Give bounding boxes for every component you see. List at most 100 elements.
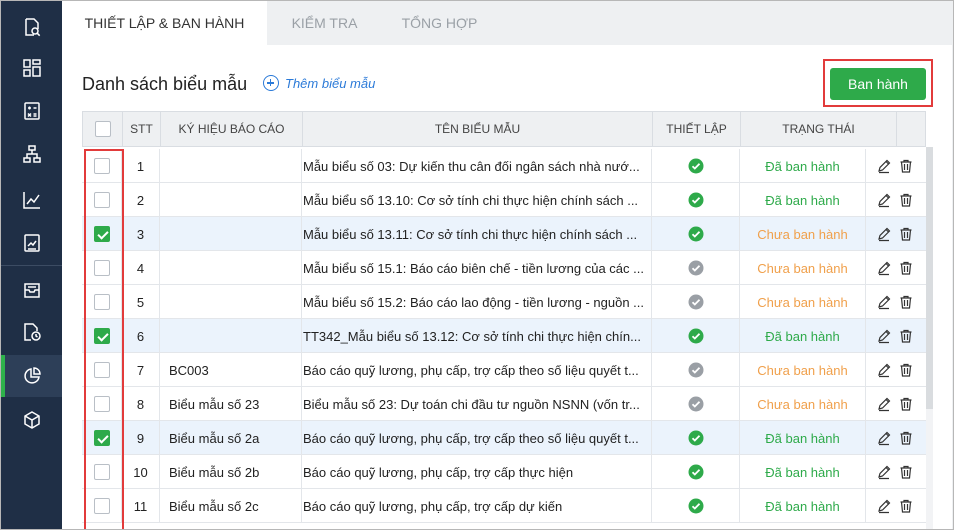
delete-icon[interactable] [898,396,914,412]
table-row[interactable]: 6 TT342_Mẫu biểu số 13.12: Cơ sở tính chi… [82,319,926,353]
delete-icon[interactable] [898,158,914,174]
row-name[interactable]: Biểu mẫu số 23: Dự toán chi đầu tư nguồn… [294,387,652,421]
header-setup: THIẾT LẬP [653,112,741,146]
row-checkbox[interactable] [93,294,110,310]
table-row[interactable]: 4 Mẫu biểu số 15.1: Báo cáo biên chế - ti… [82,251,926,285]
tab-summary[interactable]: TỔNG HỢP [382,1,497,45]
row-setup-cell [652,387,740,421]
row-select-cell [82,489,122,523]
row-name[interactable]: Mẫu biểu số 13.10: Cơ sở tính chi thực h… [294,183,652,217]
cube-icon[interactable] [1,399,62,441]
row-checkbox[interactable] [93,260,110,276]
check-circle-icon [688,158,703,174]
delete-icon[interactable] [898,430,914,446]
row-setup-cell [652,217,740,251]
table-row[interactable]: 9 Biểu mẫu số 2a Báo cáo quỹ lương, phụ cấ… [82,421,926,455]
row-checkbox[interactable] [93,430,110,446]
table-row[interactable]: 8 Biểu mẫu số 23 Biểu mẫu số 23: Dự toán c… [82,387,926,421]
report-icon[interactable] [1,222,62,264]
row-name[interactable]: Báo cáo quỹ lương, phụ cấp, trợ cấp theo… [294,421,652,455]
edit-icon[interactable] [876,226,892,242]
delete-icon[interactable] [898,328,914,344]
row-name[interactable]: Mẫu biểu số 15.2: Báo cáo lao động - tiề… [294,285,652,319]
table-row[interactable]: 7 BC003 Báo cáo quỹ lương, phụ cấp, trợ cấ… [82,353,926,387]
edit-icon[interactable] [876,158,892,174]
inbox-icon[interactable] [1,269,62,311]
row-select-cell [82,319,122,353]
doc-clock-icon[interactable] [1,311,62,353]
row-checkbox[interactable] [93,396,110,412]
row-actions [866,421,926,455]
org-chart-icon[interactable] [1,133,62,175]
row-code: Biểu mẫu số 2b [160,455,302,489]
tab-setup-publish[interactable]: THIẾT LẬP & BAN HÀNH [62,1,267,45]
row-name[interactable]: TT342_Mẫu biểu số 13.12: Cơ sở tính chi … [294,319,652,353]
pie-chart-icon[interactable] [1,355,62,397]
row-name[interactable]: Mẫu biểu số 03: Dự kiến thu cân đối ngân… [294,149,652,183]
delete-icon[interactable] [898,260,914,276]
row-name[interactable]: Mẫu biểu số 13.11: Cơ sở tính chi thực h… [294,217,652,251]
row-name[interactable]: Báo cáo quỹ lương, phụ cấp, trợ cấp dự k… [294,489,652,523]
publish-button[interactable]: Ban hành [830,68,926,100]
row-stt: 7 [122,353,160,387]
row-checkbox[interactable] [93,328,110,344]
edit-icon[interactable] [876,498,892,514]
table-row[interactable]: 5 Mẫu biểu số 15.2: Báo cáo lao động - ti… [82,285,926,319]
delete-icon[interactable] [898,498,914,514]
edit-icon[interactable] [876,328,892,344]
delete-icon[interactable] [898,362,914,378]
sidebar-divider [1,265,62,266]
row-code [160,251,302,285]
edit-icon[interactable] [876,192,892,208]
row-name[interactable]: Báo cáo quỹ lương, phụ cấp, trợ cấp theo… [294,353,652,387]
row-checkbox[interactable] [93,498,110,514]
row-stt: 8 [122,387,160,421]
table-row[interactable]: 1 Mẫu biểu số 03: Dự kiến thu cân đối ngâ… [82,149,926,183]
edit-icon[interactable] [876,464,892,480]
line-chart-icon[interactable] [1,179,62,221]
row-status: Đã ban hành [740,183,866,217]
row-stt: 11 [122,489,160,523]
delete-icon[interactable] [898,192,914,208]
row-stt: 2 [122,183,160,217]
delete-icon[interactable] [898,226,914,242]
row-name[interactable]: Mẫu biểu số 15.1: Báo cáo biên chế - tiề… [294,251,652,285]
dashboard-icon[interactable] [1,47,62,89]
calculator-icon[interactable] [1,90,62,132]
edit-icon[interactable] [876,294,892,310]
app-window: THIẾT LẬP & BAN HÀNH KIỂM TRA TỔNG HỢP D… [0,0,954,530]
header-status: TRẠNG THÁI [741,112,897,146]
select-all-checkbox[interactable] [94,121,111,137]
row-checkbox[interactable] [93,226,110,242]
row-checkbox[interactable] [93,464,110,480]
row-checkbox[interactable] [93,158,110,174]
check-circle-icon [688,260,703,276]
row-select-cell [82,353,122,387]
row-setup-cell [652,353,740,387]
table-row[interactable]: 11 Biểu mẫu số 2c Báo cáo quỹ lương, phụ c… [82,489,926,523]
delete-icon[interactable] [898,294,914,310]
edit-icon[interactable] [876,396,892,412]
tab-check[interactable]: KIỂM TRA [267,1,382,45]
table-row[interactable]: 3 Mẫu biểu số 13.11: Cơ sở tính chi thực … [82,217,926,251]
table-row[interactable]: 2 Mẫu biểu số 13.10: Cơ sở tính chi thực … [82,183,926,217]
check-circle-icon [688,226,703,242]
row-checkbox[interactable] [93,192,110,208]
table-row[interactable]: 10 Biểu mẫu số 2b Báo cáo quỹ lương, phụ c… [82,455,926,489]
row-checkbox[interactable] [93,362,110,378]
edit-icon[interactable] [876,260,892,276]
row-stt: 9 [122,421,160,455]
search-doc-icon[interactable] [1,6,62,48]
scrollbar[interactable] [926,147,933,529]
add-form-link[interactable]: Thêm biểu mẫu [263,75,375,91]
row-stt: 5 [122,285,160,319]
row-code: Biểu mẫu số 2c [160,489,302,523]
row-actions [866,455,926,489]
delete-icon[interactable] [898,464,914,480]
scrollbar-thumb[interactable] [926,147,933,409]
edit-icon[interactable] [876,362,892,378]
edit-icon[interactable] [876,430,892,446]
check-circle-icon [688,498,703,514]
row-code: Biểu mẫu số 2a [160,421,302,455]
row-name[interactable]: Báo cáo quỹ lương, phụ cấp, trợ cấp thực… [294,455,652,489]
